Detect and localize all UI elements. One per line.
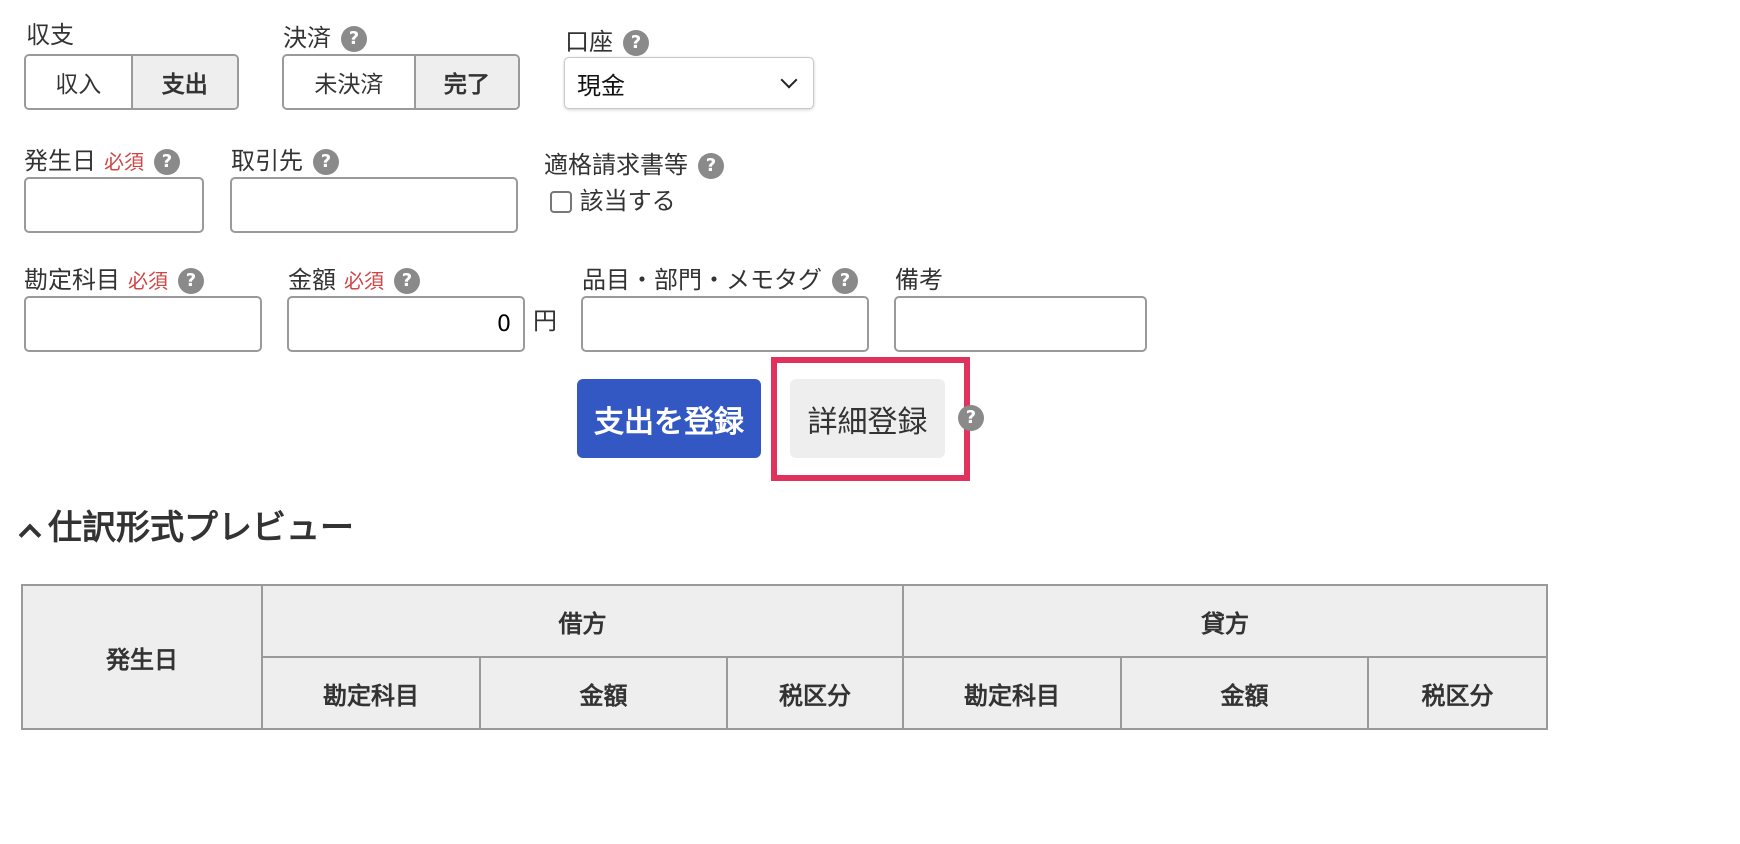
header-debit-account-item: 勘定科目 xyxy=(261,656,481,730)
header-credit-account-item: 勘定科目 xyxy=(902,656,1123,730)
partner-input[interactable] xyxy=(230,177,518,233)
date-required-badge: 必須 xyxy=(104,150,144,174)
amount-help-icon[interactable]: ? xyxy=(394,268,420,294)
tags-label-group: 品目・部門・メモタグ? xyxy=(582,265,858,295)
invoice-help-icon[interactable]: ? xyxy=(698,153,724,179)
date-label-group: 発生日 必須? xyxy=(24,146,180,177)
account-item-label: 勘定科目 xyxy=(24,266,120,294)
tags-help-icon[interactable]: ? xyxy=(832,268,858,294)
journal-preview-table: 発生日 借方 貸方 勘定科目 金額 税区分 勘定科目 金額 税区分 xyxy=(21,584,1549,730)
invoice-checkbox-row[interactable]: 該当する xyxy=(550,186,676,216)
income-expense-label: 収支 xyxy=(26,21,74,49)
account-item-required-badge: 必須 xyxy=(128,269,168,293)
settlement-help-icon[interactable]: ? xyxy=(341,26,367,52)
account-item-label-group: 勘定科目 必須? xyxy=(24,265,204,296)
account-label-group: 口座? xyxy=(565,27,649,57)
completed-option[interactable]: 完了 xyxy=(413,56,518,108)
tags-input[interactable] xyxy=(581,296,869,352)
income-expense-toggle: 収入 支出 xyxy=(24,54,239,110)
partner-label: 取引先 xyxy=(231,147,303,175)
account-item-help-icon[interactable]: ? xyxy=(178,268,204,294)
date-help-icon[interactable]: ? xyxy=(154,149,180,175)
header-date: 発生日 xyxy=(21,584,263,730)
invoice-label: 適格請求書等 xyxy=(544,151,688,179)
invoice-checkbox[interactable] xyxy=(550,191,572,213)
preview-title: 仕訳形式プレビュー xyxy=(48,508,354,548)
settlement-toggle: 未決済 完了 xyxy=(282,54,520,110)
expense-option[interactable]: 支出 xyxy=(130,56,237,108)
account-help-icon[interactable]: ? xyxy=(623,30,649,56)
detail-register-button[interactable]: 詳細登録 xyxy=(790,379,945,458)
partner-help-icon[interactable]: ? xyxy=(313,149,339,175)
amount-input[interactable] xyxy=(287,296,525,352)
tags-label: 品目・部門・メモタグ xyxy=(582,266,822,294)
header-credit-tax: 税区分 xyxy=(1367,656,1549,730)
amount-required-badge: 必須 xyxy=(344,269,384,293)
header-debit-amount: 金額 xyxy=(479,656,728,730)
note-label: 備考 xyxy=(895,266,943,294)
partner-label-group: 取引先? xyxy=(231,146,339,176)
account-select[interactable]: 現金 xyxy=(564,57,814,109)
invoice-label-group: 適格請求書等? xyxy=(544,150,724,180)
chevron-up-icon xyxy=(18,523,42,546)
amount-label-group: 金額 必須? xyxy=(288,265,420,296)
header-debit-tax: 税区分 xyxy=(725,656,905,730)
date-input[interactable] xyxy=(24,177,204,233)
preview-toggle[interactable]: 仕訳形式プレビュー xyxy=(18,500,354,549)
amount-unit: 円 xyxy=(533,307,557,335)
amount-label: 金額 xyxy=(288,266,336,294)
header-credit-amount: 金額 xyxy=(1120,656,1370,730)
chevron-down-icon xyxy=(780,71,798,89)
account-item-input[interactable] xyxy=(24,296,262,352)
account-label: 口座 xyxy=(565,28,613,56)
account-select-value: 現金 xyxy=(577,71,625,100)
header-debit: 借方 xyxy=(260,584,905,658)
invoice-checkbox-label[interactable]: 該当する xyxy=(580,187,676,215)
header-credit: 貸方 xyxy=(902,584,1549,658)
date-label: 発生日 xyxy=(24,147,96,175)
settlement-label-group: 決済? xyxy=(283,23,367,53)
settlement-label: 決済 xyxy=(283,24,331,52)
register-help-icon[interactable]: ? xyxy=(958,405,984,431)
unsettled-option[interactable]: 未決済 xyxy=(284,56,414,108)
register-expense-button[interactable]: 支出を登録 xyxy=(577,379,761,458)
note-input[interactable] xyxy=(894,296,1147,352)
income-option[interactable]: 収入 xyxy=(26,56,131,108)
